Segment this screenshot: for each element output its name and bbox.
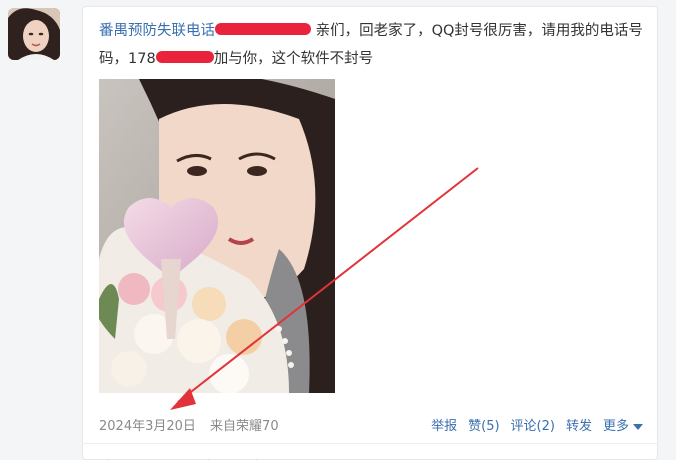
cropped-text-fragment (108, 459, 257, 460)
page: 番禺预防失联电话 亲们，回老家了，QQ封号很厉害，请用我的电话号码，178 加与你… (0, 0, 676, 460)
post-card: 番禺预防失联电话 亲们，回老家了，QQ封号很厉害，请用我的电话号码，178 加与你… (82, 6, 658, 460)
next-comment-preview (101, 453, 261, 460)
post-source: 来自荣耀70 (210, 419, 279, 434)
caret-down-icon (633, 423, 643, 430)
divider (83, 443, 657, 444)
post-photo-image (99, 79, 335, 393)
comment-button[interactable]: 评论(2) (511, 415, 555, 434)
post-text: 番禺预防失联电话 亲们，回老家了，QQ封号很厉害，请用我的电话号码，178 加与你… (99, 17, 647, 73)
like-button[interactable]: 赞(5) (468, 415, 499, 434)
more-label: 更多 (602, 419, 629, 434)
avatar[interactable] (8, 8, 60, 60)
report-button[interactable]: 举报 (431, 415, 457, 434)
more-button[interactable]: 更多 (603, 415, 643, 434)
post-body-2: 加与你，这个软件不封号 (213, 51, 374, 67)
username-link[interactable]: 番禺预防失联电话 (99, 23, 215, 39)
post-photo[interactable] (99, 79, 335, 393)
redaction-mark (155, 51, 214, 63)
redaction-mark (215, 23, 311, 35)
post-actions: 举报 赞(5) 评论(2) 转发 更多 (431, 415, 643, 434)
post-date[interactable]: 2024年3月20日 (99, 419, 196, 434)
post-meta: 2024年3月20日 来自荣耀70 (99, 415, 289, 434)
avatar-photo (8, 8, 60, 60)
forward-button[interactable]: 转发 (566, 415, 592, 434)
